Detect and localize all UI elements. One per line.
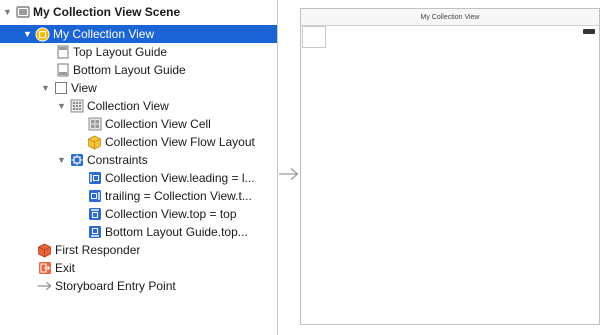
view-controller-scene[interactable]: My Collection View [300,8,600,325]
outline-item-constraint-trailing[interactable]: trailing = Collection View.t... [0,187,277,205]
outline-item-flow-layout[interactable]: Collection View Flow Layout [0,133,277,151]
collection-view-cell-preview[interactable] [302,26,326,48]
scene-title: My Collection View [420,13,480,21]
flow-layout-icon [87,135,102,150]
disclosure-triangle-icon[interactable]: ▼ [40,79,51,97]
outline-item-view-controller[interactable]: ▼ My Collection View [0,25,277,43]
battery-icon [583,29,595,34]
trailing-constraint-icon [87,189,102,204]
view-controller-icon [35,27,50,42]
outline-item-collection-view[interactable]: ▼ Collection View [0,97,277,115]
exit-icon [37,261,52,276]
scene-icon [15,5,30,20]
bottom-constraint-icon [87,225,102,240]
outline-item-label: Top Layout Guide [73,45,168,59]
collection-view-cell-icon [87,117,102,132]
top-layout-guide-icon [55,45,70,60]
outline-item-view[interactable]: ▼ View [0,79,277,97]
outline-item-bottom-layout-guide[interactable]: Bottom Layout Guide [0,61,277,79]
disclosure-triangle-icon[interactable]: ▼ [2,3,13,21]
outline-item-label: Bottom Layout Guide [73,63,186,77]
entry-arrow-icon [37,279,52,294]
outline-item-label: Collection View Cell [105,117,211,131]
outline-item-label: First Responder [55,243,141,257]
outline-item-label: trailing = Collection View.t... [105,189,252,203]
top-constraint-icon [87,207,102,222]
outline-item-constraints[interactable]: ▼ Constraints [0,151,277,169]
outline-item-exit[interactable]: Exit [0,259,277,277]
disclosure-triangle-icon[interactable]: ▼ [22,25,33,43]
outline-item-label: Collection View [87,99,169,113]
view-icon [53,81,68,96]
constraints-icon [69,153,84,168]
outline-item-top-layout-guide[interactable]: Top Layout Guide [0,43,277,61]
outline-item-label: View [71,81,97,95]
outline-item-label: Collection View.top = top [105,207,237,221]
disclosure-triangle-icon[interactable]: ▼ [56,151,67,169]
outline-item-label: My Collection View [53,27,155,41]
outline-item-constraint-leading[interactable]: Collection View.leading = l... [0,169,277,187]
first-responder-icon [37,243,52,258]
outline-item-constraint-bottom[interactable]: Bottom Layout Guide.top... [0,223,277,241]
entry-point-arrow-icon[interactable] [279,167,299,184]
collection-view-icon [69,99,84,114]
outline-item-label: Collection View.leading = l... [105,171,255,185]
outline-item-first-responder[interactable]: First Responder [0,241,277,259]
outline-item-constraint-top[interactable]: Collection View.top = top [0,205,277,223]
outline-item-collection-view-cell[interactable]: Collection View Cell [0,115,277,133]
outline-item-label: Storyboard Entry Point [55,279,176,293]
document-outline: ▼ My Collection View Scene ▼ My Collecti… [0,0,278,335]
scene-title-bar[interactable]: My Collection View [301,9,599,26]
outline-item-label: Exit [55,261,76,275]
outline-item-label: Bottom Layout Guide.top... [105,225,248,239]
outline-item-scene[interactable]: ▼ My Collection View Scene [0,3,277,21]
outline-item-label: Collection View Flow Layout [105,135,255,149]
disclosure-triangle-icon[interactable]: ▼ [56,97,67,115]
leading-constraint-icon [87,171,102,186]
bottom-layout-guide-icon [55,63,70,78]
outline-item-label: My Collection View Scene [33,5,181,19]
outline-item-storyboard-entry-point[interactable]: Storyboard Entry Point [0,277,277,295]
outline-item-label: Constraints [87,153,148,167]
